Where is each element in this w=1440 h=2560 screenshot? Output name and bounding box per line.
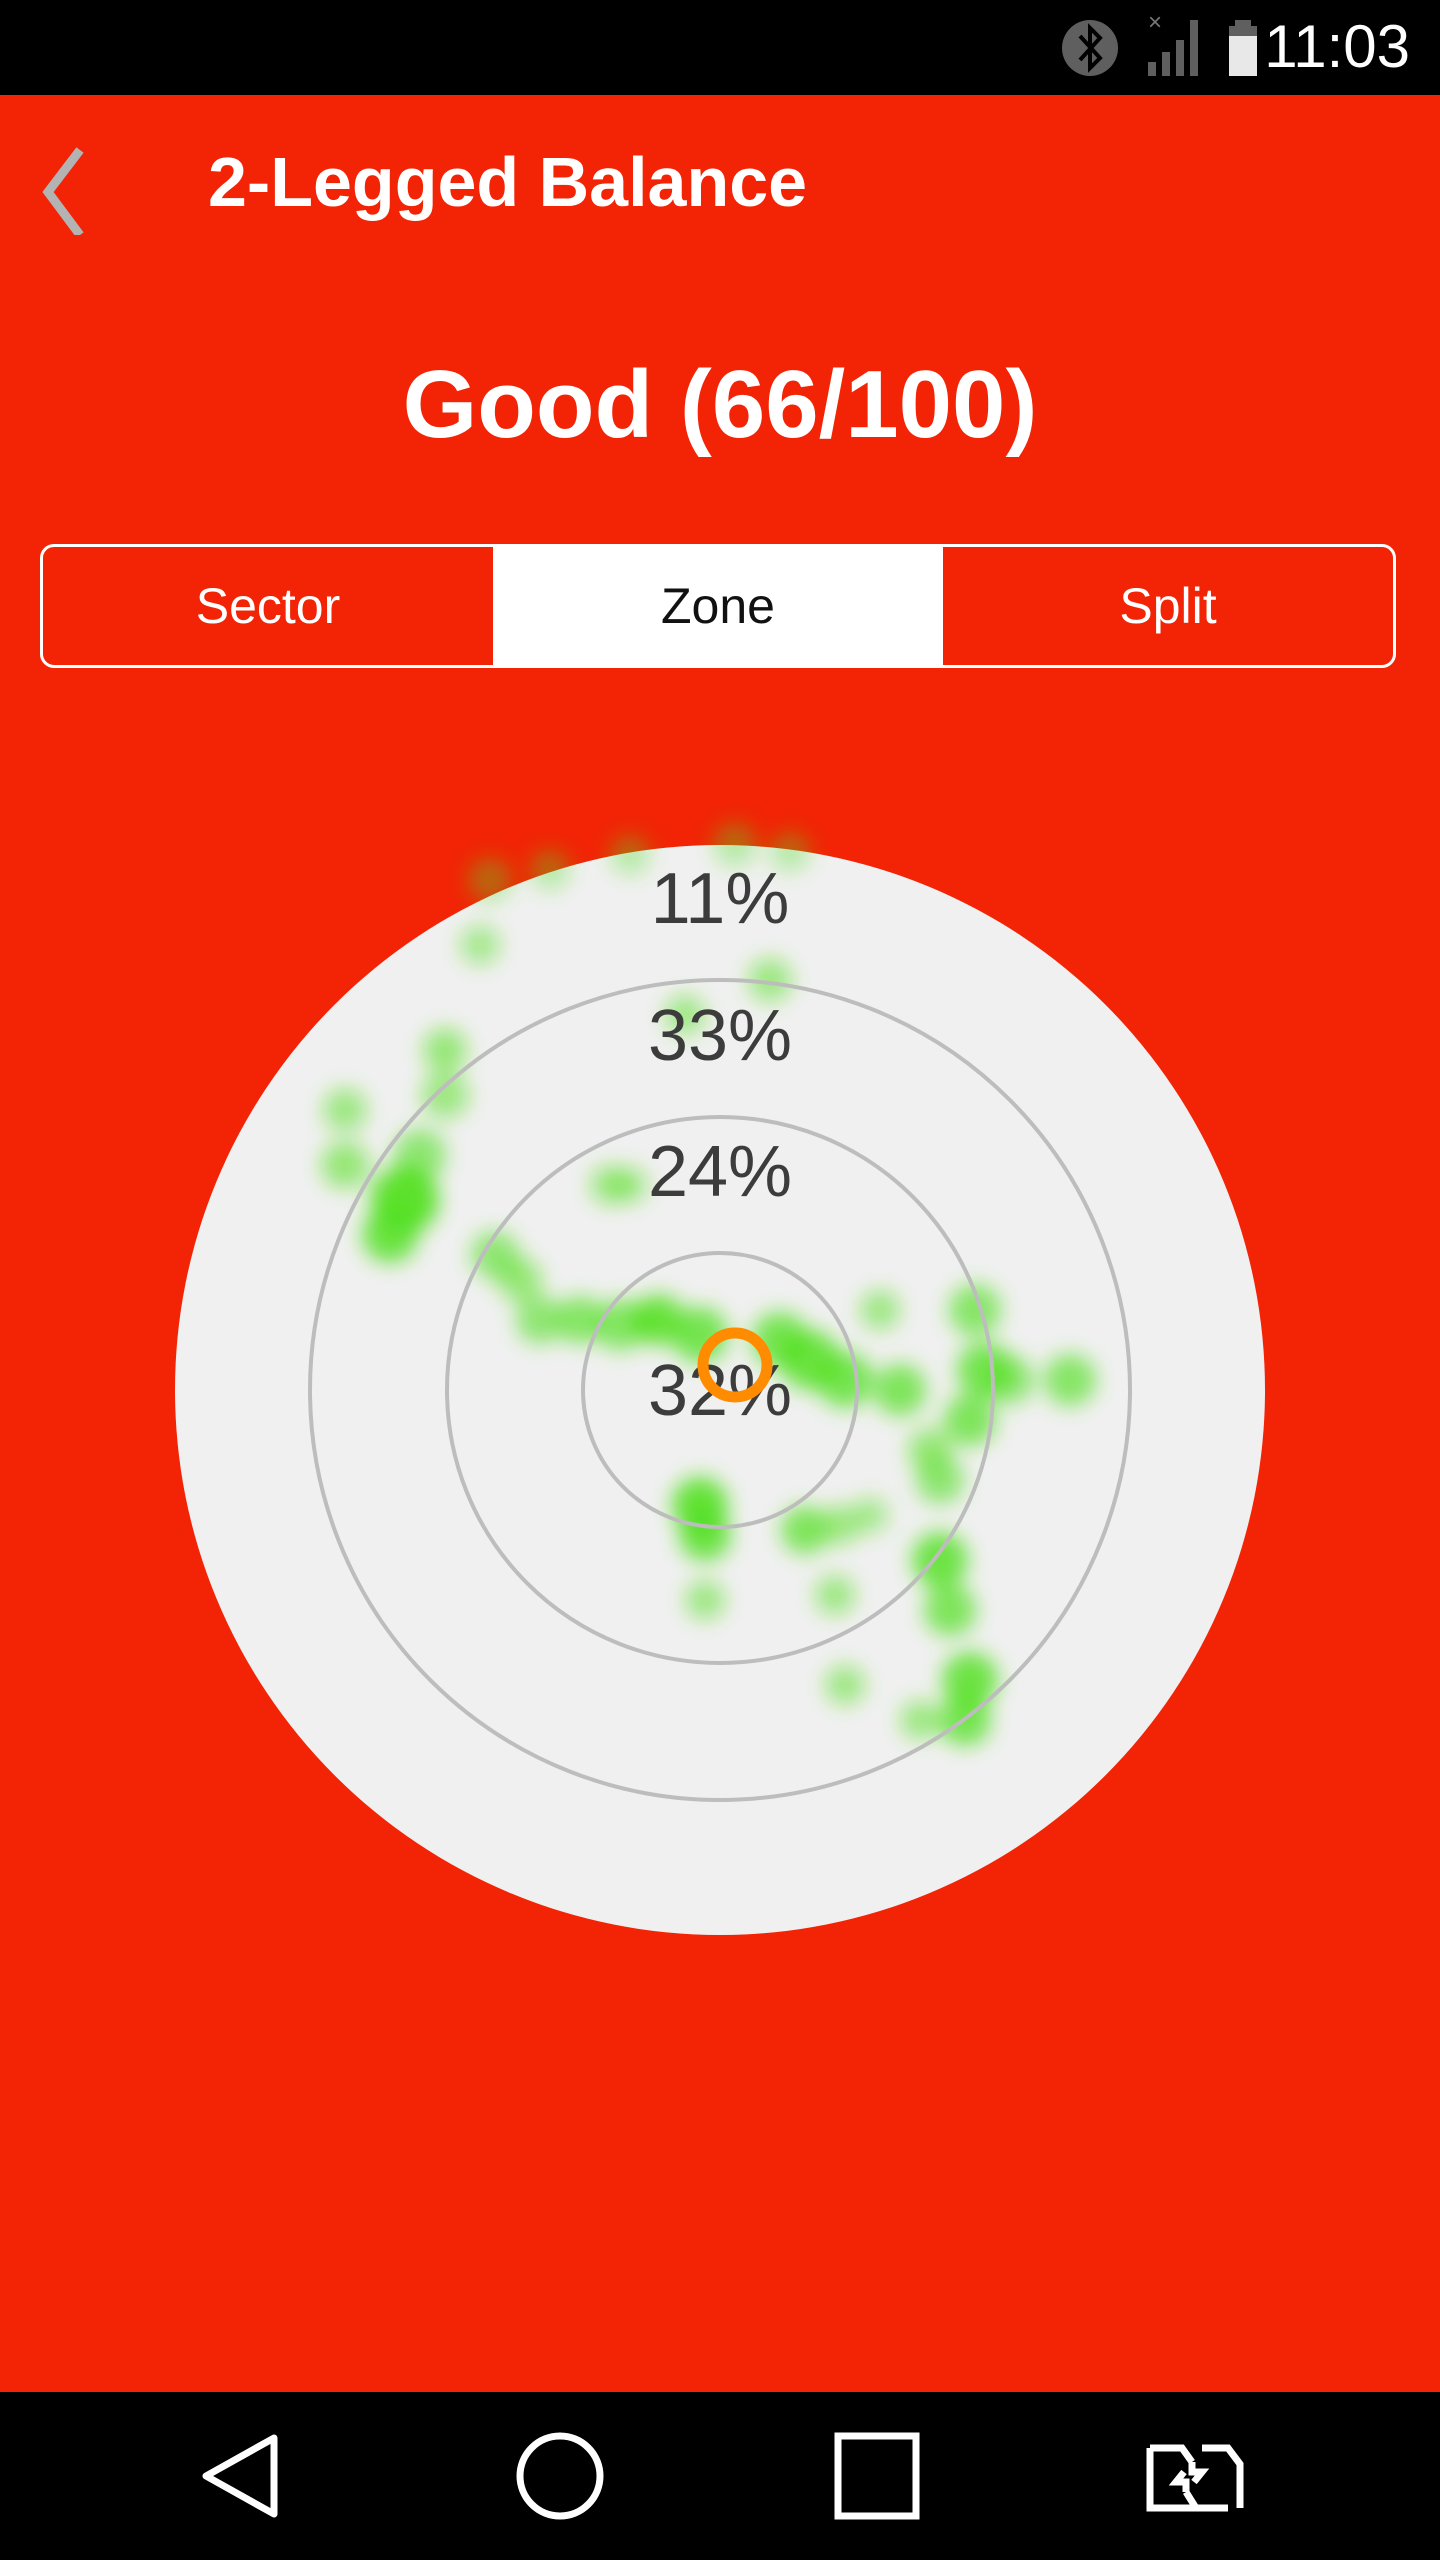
- tab-zone[interactable]: Zone: [493, 547, 943, 665]
- heat-blob: [530, 850, 570, 890]
- signal-no-data-icon: ×: [1148, 9, 1198, 76]
- page-title: 2-Legged Balance: [208, 143, 808, 221]
- heat-blob: [421, 1071, 469, 1119]
- status-time: 11:03: [1264, 13, 1410, 80]
- svg-text:×: ×: [1148, 9, 1162, 36]
- tab-split[interactable]: Split: [943, 547, 1393, 665]
- heat-blob: [852, 1497, 888, 1533]
- score-label: Good (66/100): [402, 351, 1038, 458]
- heat-blob: [685, 1580, 725, 1620]
- heat-blob: [1044, 1354, 1096, 1406]
- heat-blob: [900, 1700, 940, 1740]
- heat-blob: [825, 1665, 865, 1705]
- balance-target: 11% 33% 24% 32%: [175, 823, 1265, 1935]
- heat-blob: [815, 1575, 855, 1615]
- heat-blob: [612, 1167, 648, 1203]
- app-bar: 2-Legged Balance: [0, 95, 1440, 270]
- zone-label-second: 24%: [648, 1132, 792, 1212]
- switch-app-icon[interactable]: [1140, 2426, 1250, 2526]
- heat-blob: [362, 1207, 418, 1263]
- heat-blob: [860, 1290, 900, 1330]
- heat-blob: [874, 1364, 926, 1416]
- battery-icon: [1229, 20, 1257, 76]
- recents-square-icon[interactable]: [822, 2426, 932, 2526]
- heat-blob: [460, 925, 500, 965]
- heat-blob: [679, 1509, 731, 1561]
- heat-blob: [468, 858, 512, 902]
- zone-label-third: 33%: [648, 996, 792, 1076]
- system-nav-bar: [0, 2392, 1440, 2560]
- heat-blob: [321, 1141, 369, 1189]
- heat-blob: [817, 1352, 873, 1408]
- tab-sector[interactable]: Sector: [43, 547, 493, 665]
- heat-blob: [498, 1258, 542, 1302]
- back-triangle-icon[interactable]: [190, 2426, 300, 2526]
- bluetooth-icon: [1062, 20, 1118, 76]
- heat-blob: [628, 1298, 672, 1342]
- heat-blob: [912, 1532, 968, 1588]
- view-mode-tabs: Sector Zone Split: [40, 544, 1396, 668]
- home-circle-icon[interactable]: [505, 2426, 615, 2526]
- heat-blob: [423, 1028, 467, 1072]
- heat-blob: [916, 1456, 964, 1504]
- chevron-left-icon[interactable]: [30, 135, 110, 235]
- heat-blob: [323, 1088, 367, 1132]
- zone-label-outer: 11%: [651, 859, 790, 939]
- status-bar: × 11:03: [0, 0, 1440, 95]
- heat-blob: [924, 1584, 976, 1636]
- heat-blob: [610, 835, 650, 875]
